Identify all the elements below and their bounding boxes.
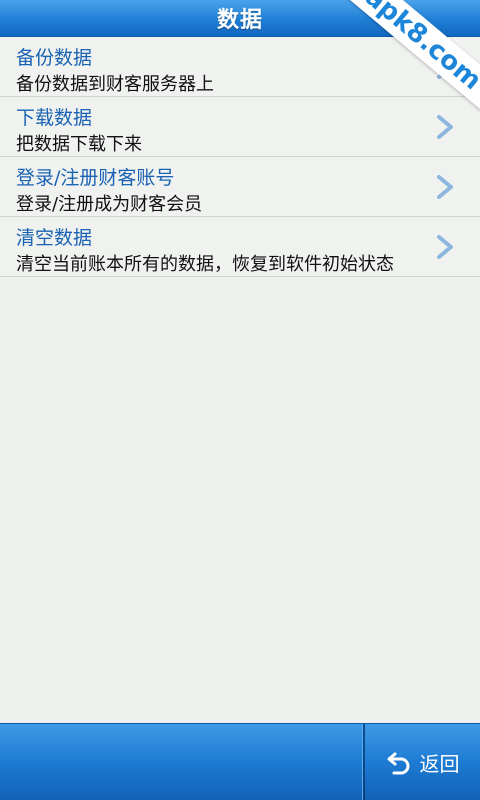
settings-list: 备份数据 备份数据到财客服务器上 下载数据 把数据下载下来 登录/注册财客账号 … — [0, 37, 480, 277]
list-item-title: 登录/注册财客账号 — [16, 167, 175, 189]
bottom-toolbar: 返回 — [0, 723, 480, 800]
chevron-right-icon — [437, 235, 453, 259]
list-item-subtitle: 登录/注册成为财客会员 — [16, 194, 203, 215]
chevron-right-icon — [437, 115, 453, 139]
list-item-subtitle: 清空当前账本所有的数据，恢复到软件初始状态 — [16, 254, 394, 275]
list-item-login-register[interactable]: 登录/注册财客账号 登录/注册成为财客会员 — [0, 157, 480, 217]
list-item-subtitle: 备份数据到财客服务器上 — [16, 74, 214, 95]
list-item-title: 清空数据 — [16, 227, 93, 249]
list-item-subtitle: 把数据下载下来 — [16, 134, 142, 155]
back-button-label: 返回 — [419, 751, 460, 776]
back-button[interactable]: 返回 — [365, 724, 480, 800]
screen: 数据 apk8.com 备份数据 备份数据到财客服务器上 下载数据 把数据下载下… — [0, 0, 480, 800]
list-item-clear-data[interactable]: 清空数据 清空当前账本所有的数据，恢复到软件初始状态 — [0, 217, 480, 277]
list-item-download[interactable]: 下载数据 把数据下载下来 — [0, 97, 480, 157]
page-title: 数据 — [216, 8, 263, 33]
undo-arrow-icon — [387, 752, 409, 775]
list-item-title: 备份数据 — [16, 47, 93, 69]
chevron-right-icon — [437, 175, 453, 199]
list-item-title: 下载数据 — [16, 107, 93, 129]
